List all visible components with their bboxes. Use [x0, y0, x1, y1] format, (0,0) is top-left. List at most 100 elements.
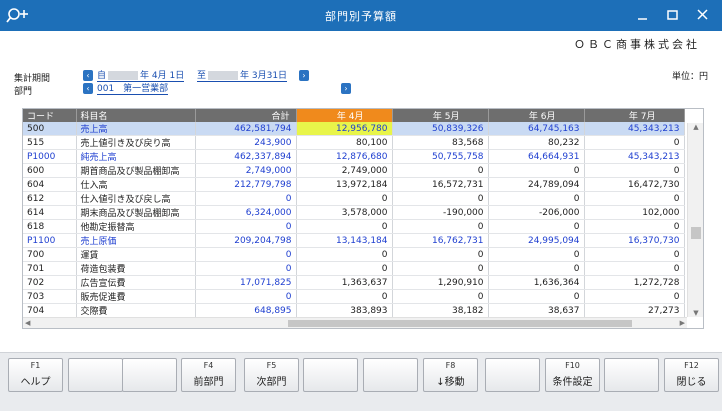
- month-cell[interactable]: 16,572,731: [392, 177, 489, 192]
- month-cell[interactable]: 102,000: [584, 205, 685, 220]
- table-row[interactable]: 700 運賃 0 0 0 0 0: [23, 247, 685, 262]
- month-cell[interactable]: 0: [392, 289, 489, 304]
- fkey-f4-button[interactable]: F4 前部門: [181, 358, 236, 392]
- fkey-f1-button[interactable]: F1 ヘルプ: [8, 358, 63, 392]
- month-cell[interactable]: 3,578,000: [296, 205, 393, 220]
- month-cell[interactable]: 0: [584, 163, 685, 178]
- vertical-scrollbar[interactable]: ▲ ▼: [687, 123, 703, 317]
- next-dept-button[interactable]: ›: [341, 83, 351, 94]
- table-row[interactable]: 500 売上高 462,581,794 12,956,780 50,839,326 64,…: [23, 122, 685, 136]
- month-cell[interactable]: 0: [488, 247, 585, 262]
- scroll-up-icon[interactable]: ▲: [688, 123, 703, 131]
- scroll-right-icon[interactable]: ▶: [680, 318, 685, 328]
- month-cell[interactable]: 0: [584, 191, 685, 206]
- table-row[interactable]: 600 期首商品及び製品棚卸高 2,749,000 2,749,000 0 0 0: [23, 163, 685, 178]
- month-cell[interactable]: 50,755,758: [392, 149, 489, 164]
- month-cell[interactable]: 0: [488, 289, 585, 304]
- table-row[interactable]: 604 仕入高 212,779,798 13,972,184 16,572,731 24,…: [23, 177, 685, 192]
- budget-grid[interactable]: コード 科目名 合計年 4月年 5月年 6月年 7月 500 売上高 462,581,7…: [22, 108, 704, 329]
- month-cell[interactable]: 1,636,364: [488, 275, 585, 290]
- table-row[interactable]: 612 仕入値引き及び戻し高 0 0 0 0 0: [23, 191, 685, 206]
- month-cell[interactable]: 24,789,094: [488, 177, 585, 192]
- month-cell[interactable]: 16,370,730: [584, 233, 685, 248]
- month-cell[interactable]: 1,363,637: [296, 275, 393, 290]
- table-row[interactable]: P1100 売上原価 209,204,798 13,143,184 16,762,731…: [23, 233, 685, 248]
- month-cell[interactable]: 83,568: [392, 135, 489, 150]
- horizontal-scroll-thumb[interactable]: [288, 320, 632, 327]
- dept-link[interactable]: 001 第一営業部: [97, 84, 169, 95]
- total-cell: 2,749,000: [195, 163, 297, 178]
- table-row[interactable]: 701 荷造包装費 0 0 0 0 0: [23, 261, 685, 276]
- period-from-prefix: 自: [97, 71, 107, 81]
- horizontal-scrollbar[interactable]: ◀ ▶: [23, 317, 687, 328]
- prev-dept-button[interactable]: ‹: [83, 83, 93, 94]
- month-cell[interactable]: 2,749,000: [296, 163, 393, 178]
- fkey-f10-button[interactable]: F10 条件設定: [545, 358, 600, 392]
- month-cell[interactable]: 0: [392, 219, 489, 234]
- maximize-icon[interactable]: [662, 5, 684, 25]
- month-cell[interactable]: -190,000: [392, 205, 489, 220]
- month-cell[interactable]: 0: [392, 163, 489, 178]
- month-cell[interactable]: 38,637: [488, 303, 585, 318]
- table-row[interactable]: 704 交際費 648,895 383,893 38,182 38,637 27,273: [23, 303, 685, 318]
- next-period-button[interactable]: ›: [299, 70, 309, 81]
- month-cell[interactable]: 0: [296, 219, 393, 234]
- month-cell[interactable]: 50,839,326: [392, 122, 489, 136]
- month-cell[interactable]: 0: [392, 191, 489, 206]
- table-row[interactable]: P1000 純売上高 462,337,894 12,876,680 50,755,758…: [23, 149, 685, 164]
- month-cell[interactable]: 0: [392, 247, 489, 262]
- month-cell[interactable]: 0: [488, 191, 585, 206]
- column-header[interactable]: 年 4月: [296, 109, 393, 122]
- table-row[interactable]: 618 他勘定振替高 0 0 0 0 0: [23, 219, 685, 234]
- month-cell[interactable]: 383,893: [296, 303, 393, 318]
- table-row[interactable]: 515 売上値引き及び戻り高 243,900 80,100 83,568 80,232 0: [23, 135, 685, 150]
- month-cell[interactable]: 0: [584, 289, 685, 304]
- month-cell[interactable]: 80,100: [296, 135, 393, 150]
- scroll-left-icon[interactable]: ◀: [25, 318, 30, 328]
- month-cell[interactable]: 0: [584, 261, 685, 276]
- minimize-icon[interactable]: [632, 5, 654, 25]
- table-row[interactable]: 702 広告宣伝費 17,071,825 1,363,637 1,290,910 1,63…: [23, 275, 685, 290]
- fkey-f12-button[interactable]: F12 閉じる: [664, 358, 719, 392]
- month-cell[interactable]: 16,472,730: [584, 177, 685, 192]
- month-cell[interactable]: 0: [296, 261, 393, 276]
- month-cell[interactable]: 64,745,163: [488, 122, 585, 136]
- month-cell[interactable]: 12,876,680: [296, 149, 393, 164]
- month-cell[interactable]: 0: [296, 191, 393, 206]
- month-cell[interactable]: 0: [392, 261, 489, 276]
- month-cell[interactable]: 16,762,731: [392, 233, 489, 248]
- month-cell[interactable]: 0: [584, 247, 685, 262]
- month-cell[interactable]: 24,995,094: [488, 233, 585, 248]
- month-cell[interactable]: 45,343,213: [584, 149, 685, 164]
- prev-period-button[interactable]: ‹: [83, 70, 93, 81]
- month-cell[interactable]: 0: [488, 163, 585, 178]
- function-key-bar: F1 ヘルプ F4 前部門 F5 次部門 F8 ↓移動 F10 条件設定 F12 閉じる: [0, 352, 722, 411]
- month-cell[interactable]: 80,232: [488, 135, 585, 150]
- month-cell[interactable]: -206,000: [488, 205, 585, 220]
- close-icon[interactable]: [692, 5, 714, 25]
- month-cell[interactable]: 64,664,931: [488, 149, 585, 164]
- month-cell[interactable]: 13,143,184: [296, 233, 393, 248]
- fkey-f8-button[interactable]: F8 ↓移動: [423, 358, 478, 392]
- month-cell[interactable]: 38,182: [392, 303, 489, 318]
- month-cell[interactable]: 1,290,910: [392, 275, 489, 290]
- month-cell[interactable]: 45,343,213: [584, 122, 685, 136]
- total-cell: 0: [195, 219, 297, 234]
- month-cell[interactable]: 1,272,728: [584, 275, 685, 290]
- fkey-f5-button[interactable]: F5 次部門: [244, 358, 299, 392]
- period-from-link[interactable]: 自 年 4月 1日: [97, 71, 185, 82]
- month-cell[interactable]: 12,956,780: [296, 122, 393, 136]
- month-cell[interactable]: 27,273: [584, 303, 685, 318]
- month-cell[interactable]: 13,972,184: [296, 177, 393, 192]
- period-to-link[interactable]: 至 年 3月31日: [197, 71, 288, 82]
- month-cell[interactable]: 0: [488, 219, 585, 234]
- month-cell[interactable]: 0: [296, 289, 393, 304]
- month-cell[interactable]: 0: [488, 261, 585, 276]
- vertical-scroll-thumb[interactable]: [691, 227, 701, 239]
- month-cell[interactable]: 0: [584, 219, 685, 234]
- month-cell[interactable]: 0: [584, 135, 685, 150]
- table-row[interactable]: 703 販売促進費 0 0 0 0 0: [23, 289, 685, 304]
- scroll-down-icon[interactable]: ▼: [688, 309, 703, 317]
- month-cell[interactable]: 0: [296, 247, 393, 262]
- table-row[interactable]: 614 期末商品及び製品棚卸高 6,324,000 3,578,000 -190,000…: [23, 205, 685, 220]
